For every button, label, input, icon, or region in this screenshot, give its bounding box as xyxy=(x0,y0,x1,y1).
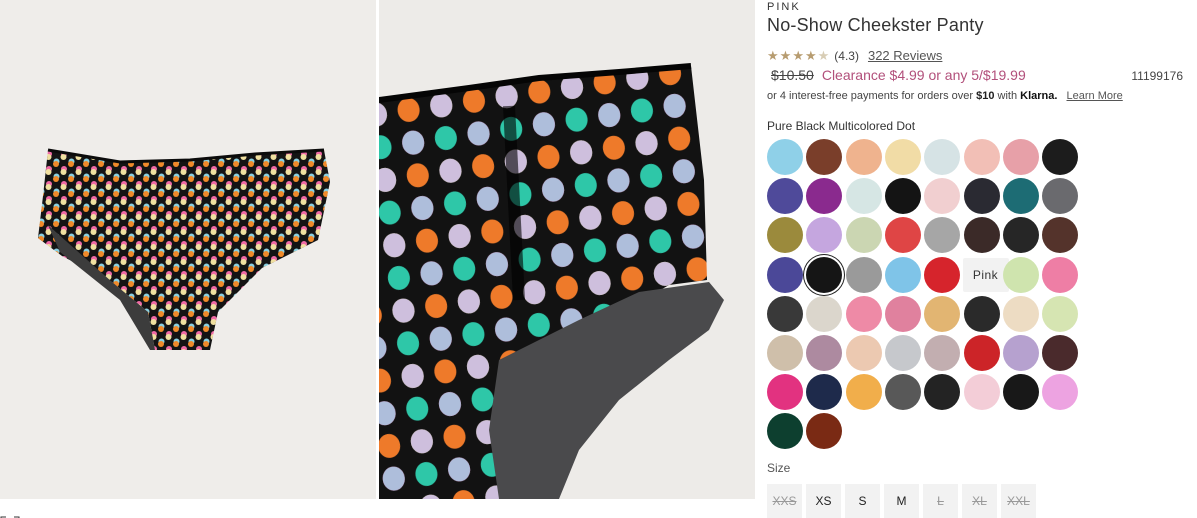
color-swatch[interactable] xyxy=(924,295,961,332)
klarna-with: with xyxy=(997,90,1018,102)
color-swatch[interactable] xyxy=(767,217,803,254)
color-swatch[interactable] xyxy=(845,374,882,411)
color-swatch[interactable] xyxy=(845,217,882,254)
color-swatch[interactable] xyxy=(1042,374,1079,411)
product-gallery xyxy=(0,0,755,499)
color-swatch[interactable] xyxy=(767,256,803,293)
color-swatch[interactable] xyxy=(806,335,843,371)
color-swatch[interactable] xyxy=(767,413,803,450)
color-swatch[interactable] xyxy=(884,178,921,215)
color-swatch[interactable] xyxy=(1042,256,1079,293)
color-swatch[interactable] xyxy=(1002,139,1039,175)
color-swatch[interactable] xyxy=(884,374,921,411)
color-swatch[interactable] xyxy=(1042,335,1079,371)
color-swatch[interactable] xyxy=(806,374,843,411)
color-swatch[interactable] xyxy=(884,256,921,293)
color-swatch[interactable] xyxy=(806,295,843,332)
color-swatch[interactable] xyxy=(963,178,1000,215)
price-row: $10.50 Clearance $4.99 or any 5/$19.99 1… xyxy=(771,67,1183,83)
klarna-amount: $10 xyxy=(976,90,995,102)
color-swatch[interactable] xyxy=(1002,295,1039,332)
rating-value: (4.3) xyxy=(834,48,859,63)
size-option-l[interactable]: L xyxy=(923,484,958,518)
size-option-xl[interactable]: XL xyxy=(962,484,997,518)
rating-stars: ★ ★ ★ ★ ★ xyxy=(767,49,829,62)
sale-price: Clearance $4.99 or any 5/$19.99 xyxy=(821,67,1026,83)
color-swatch[interactable] xyxy=(924,335,961,371)
star-icon: ★ xyxy=(817,48,830,63)
color-swatch[interactable] xyxy=(1042,139,1079,175)
product-image-closeup[interactable] xyxy=(379,0,755,499)
color-swatch[interactable] xyxy=(884,295,921,332)
size-option-xs[interactable]: XS xyxy=(806,484,841,518)
color-swatch[interactable] xyxy=(924,178,961,215)
color-swatch[interactable] xyxy=(767,139,803,175)
color-swatch[interactable] xyxy=(924,256,961,293)
color-swatch[interactable] xyxy=(1042,178,1079,215)
color-swatch[interactable] xyxy=(767,374,803,411)
color-swatch[interactable] xyxy=(845,335,882,371)
color-swatch[interactable] xyxy=(845,256,882,293)
reviews-link[interactable]: 322 Reviews xyxy=(868,48,942,63)
brand-name[interactable]: PINK xyxy=(767,1,801,13)
product-title: No-Show Cheekster Panty xyxy=(767,15,984,35)
color-swatch[interactable] xyxy=(924,374,961,411)
selected-color-label: Pure Black Multicolored Dot xyxy=(767,119,916,133)
size-option-m[interactable]: M xyxy=(884,484,919,518)
product-sku: 11199176 xyxy=(1131,69,1183,83)
color-swatch[interactable] xyxy=(806,413,843,450)
color-swatch[interactable] xyxy=(806,217,843,254)
color-swatch[interactable] xyxy=(1002,374,1039,411)
color-swatch[interactable] xyxy=(767,335,803,371)
color-swatch[interactable] xyxy=(963,139,1000,175)
size-label: Size xyxy=(767,461,791,475)
color-swatch[interactable] xyxy=(924,139,961,175)
color-swatch[interactable] xyxy=(963,335,1000,371)
klarna-logo: Klarna. xyxy=(1020,90,1058,102)
color-swatch[interactable] xyxy=(963,374,1000,411)
color-swatch[interactable] xyxy=(884,335,921,371)
star-icon: ★ xyxy=(767,48,779,63)
star-icon: ★ xyxy=(804,48,817,63)
color-swatch[interactable] xyxy=(845,295,882,332)
color-swatch[interactable] xyxy=(884,217,921,254)
color-swatch[interactable] xyxy=(767,295,803,332)
color-swatch[interactable] xyxy=(1042,295,1079,332)
color-swatch[interactable] xyxy=(806,139,843,175)
klarna-info: or 4 interest-free payments for orders o… xyxy=(767,90,1123,102)
product-image-front[interactable] xyxy=(0,0,376,499)
size-option-xxs[interactable]: XXS xyxy=(767,484,802,518)
color-swatch[interactable] xyxy=(767,178,803,215)
color-swatch[interactable] xyxy=(924,217,961,254)
color-swatch[interactable] xyxy=(806,256,843,293)
size-option-s[interactable]: S xyxy=(845,484,880,518)
color-swatch[interactable] xyxy=(963,295,1000,332)
learn-more-link[interactable]: Learn More xyxy=(1067,90,1123,102)
color-swatch[interactable] xyxy=(845,139,882,175)
size-option-xxl[interactable]: XXL xyxy=(1001,484,1036,518)
color-swatch[interactable] xyxy=(806,178,843,215)
star-icon: ★ xyxy=(779,48,792,63)
color-swatch[interactable] xyxy=(1002,335,1039,371)
color-swatch[interactable] xyxy=(884,139,921,175)
color-swatch[interactable] xyxy=(1002,217,1039,254)
rating-summary: ★ ★ ★ ★ ★ (4.3) 322 Reviews xyxy=(767,48,942,63)
color-swatch[interactable] xyxy=(845,178,882,215)
color-swatch[interactable] xyxy=(1002,256,1039,293)
color-swatch[interactable] xyxy=(963,217,1000,254)
color-swatch[interactable] xyxy=(1002,178,1039,215)
size-options: XXS XS S M L XL XXL xyxy=(767,484,1036,518)
klarna-text: or 4 interest-free payments for orders o… xyxy=(767,90,974,102)
original-price: $10.50 xyxy=(771,67,814,83)
star-icon: ★ xyxy=(792,48,804,63)
color-swatch[interactable] xyxy=(1042,217,1079,254)
expand-icon[interactable] xyxy=(0,510,20,518)
swatch-pink[interactable]: Pink xyxy=(962,257,1009,292)
